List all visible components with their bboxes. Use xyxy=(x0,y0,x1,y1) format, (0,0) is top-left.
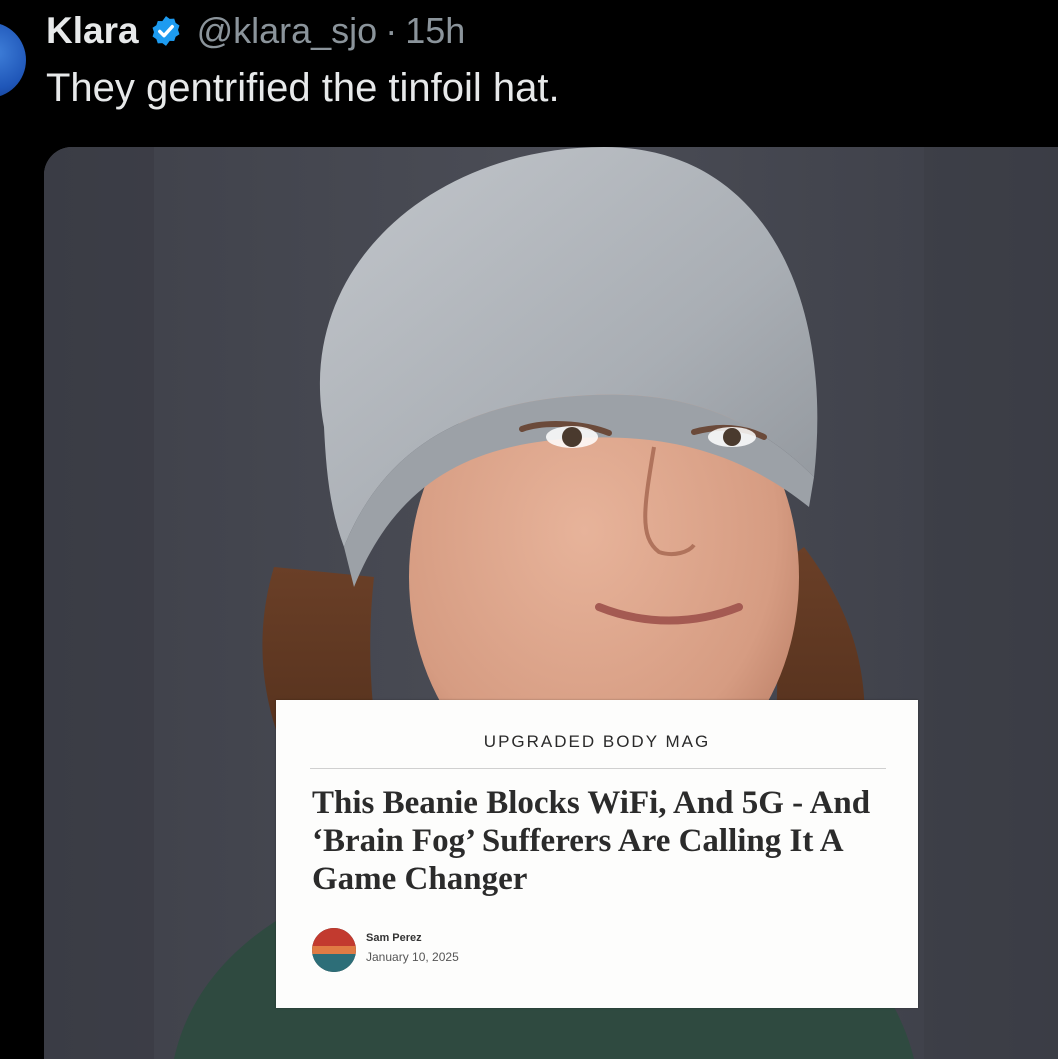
tweet-header: Klara @klara_sjo · 15h xyxy=(46,8,465,54)
publication-name: UPGRADED BODY MAG xyxy=(483,732,711,751)
display-name[interactable]: Klara xyxy=(46,10,139,52)
article-headline: This Beanie Blocks WiFi, And 5G - And ‘B… xyxy=(312,785,871,897)
tweet-text: They gentrified the tinfoil hat. xyxy=(46,66,560,110)
separator-dot: · xyxy=(385,10,398,51)
divider xyxy=(310,768,886,769)
verified-badge-icon xyxy=(152,16,180,46)
article-card[interactable]: UPGRADED BODY MAG This Beanie Blocks WiF… xyxy=(276,700,918,1008)
author-avatar-image xyxy=(312,928,356,972)
author-avatar xyxy=(312,928,356,972)
publish-date: January 10, 2025 xyxy=(366,950,459,964)
user-handle[interactable]: @klara_sjo xyxy=(197,10,378,52)
author-name: Sam Perez xyxy=(366,932,422,944)
profile-avatar[interactable] xyxy=(0,22,26,98)
timestamp[interactable]: 15h xyxy=(405,10,465,52)
tweet-media-image[interactable]: UPGRADED BODY MAG This Beanie Blocks WiF… xyxy=(44,147,1058,1059)
tweet[interactable]: Klara @klara_sjo · 15h They gentrified t… xyxy=(0,0,1058,1059)
